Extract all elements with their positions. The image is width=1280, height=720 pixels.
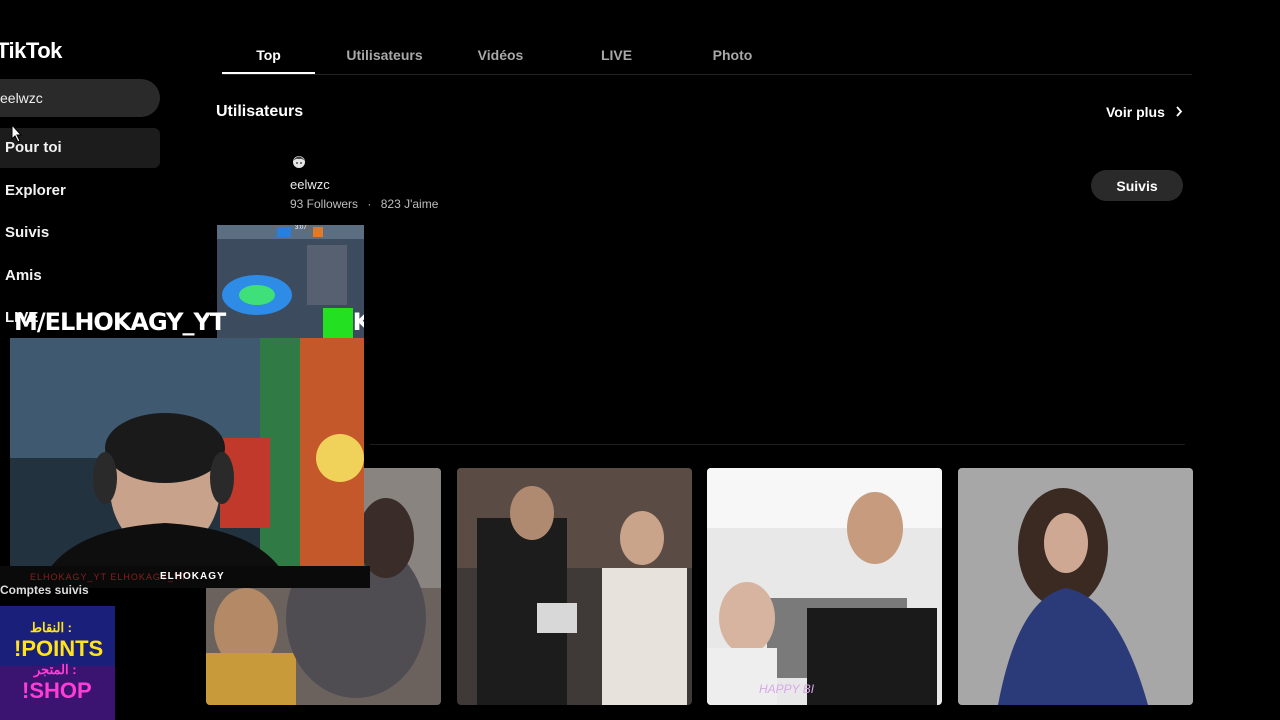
video-thumbnail[interactable] xyxy=(958,468,1193,705)
promo-points: !POINTS xyxy=(14,636,104,661)
video-caption: HAPPY BI xyxy=(759,682,815,696)
mouse-cursor-icon xyxy=(11,124,23,143)
followers-count: 93 Followers xyxy=(290,197,359,211)
sidebar-item-explore[interactable]: Explorer xyxy=(5,182,66,199)
video-thumbnail-image xyxy=(457,468,692,705)
user-name[interactable]: eelwzc xyxy=(290,177,330,192)
see-more-label: Voir plus xyxy=(1106,104,1165,120)
section-title-users: Utilisateurs xyxy=(216,103,304,120)
streamer-handle: M/ELHOKAGY_YT xyxy=(14,308,226,336)
following-button[interactable]: Suivis xyxy=(1091,170,1183,201)
tab-top[interactable]: Top xyxy=(222,47,315,63)
sidebar-item-following[interactable]: Suivis xyxy=(5,224,49,241)
sidebar-item-friends[interactable]: Amis xyxy=(5,267,42,284)
webcam-overlay xyxy=(10,338,364,568)
tiktok-logo[interactable]: TikTok xyxy=(0,38,62,64)
webcam-image xyxy=(10,338,364,568)
likes-count: 823 J'aime xyxy=(380,197,439,211)
promo-shop-ar: المتجر : xyxy=(34,662,77,677)
tab-photo[interactable]: Photo xyxy=(686,47,779,63)
video-thumbnail[interactable]: HAPPY BI xyxy=(707,468,942,705)
video-thumbnail[interactable] xyxy=(457,468,692,705)
chevron-right-icon xyxy=(1176,106,1182,117)
game-timer: 3:07 xyxy=(295,225,307,231)
stats-separator: · xyxy=(367,197,372,211)
banner-tail: KI xyxy=(352,308,364,336)
user-avatar[interactable] xyxy=(291,153,307,171)
promo-points-ar: النقاط : xyxy=(30,620,73,635)
tab-live[interactable]: LIVE xyxy=(570,47,663,63)
streamer-logo: ELHOKAGY xyxy=(160,571,225,582)
see-more-link[interactable]: Voir plus xyxy=(1106,104,1183,120)
streamer-banner: M/ELHOKAGY_YT KI xyxy=(0,308,364,342)
user-stats: 93 Followers · 823 J'aime xyxy=(290,197,438,211)
search-tabs: Top Utilisateurs Vidéos LIVE Photo xyxy=(222,40,1192,75)
kick-logo-icon xyxy=(322,308,353,342)
tab-users[interactable]: Utilisateurs xyxy=(338,47,431,63)
following-accounts-label: Comptes suivis xyxy=(0,583,89,597)
tab-videos[interactable]: Vidéos xyxy=(454,47,547,63)
promo-shop: !SHOP xyxy=(22,678,92,703)
promo-panel: النقاط : !POINTS المتجر : !SHOP xyxy=(0,606,115,720)
section-divider xyxy=(370,444,1185,445)
active-tab-underline xyxy=(222,72,315,74)
video-thumbnail-image xyxy=(958,468,1193,705)
search-input[interactable]: eelwzc xyxy=(0,79,160,117)
video-thumbnail-image xyxy=(707,468,942,705)
